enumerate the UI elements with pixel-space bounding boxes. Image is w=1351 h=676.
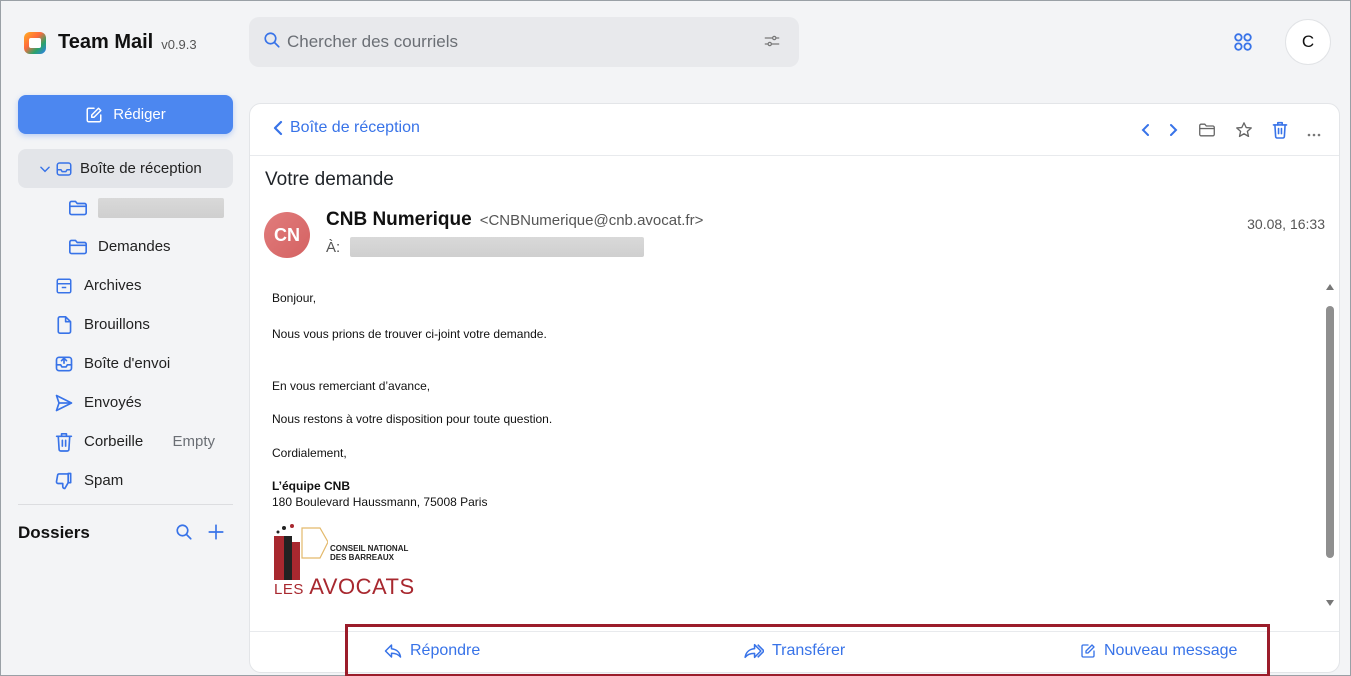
send-icon — [52, 393, 76, 413]
search-input[interactable] — [287, 32, 747, 52]
sidebar-item-inbox[interactable]: Boîte de réception — [18, 149, 233, 188]
sidebar-item-sent[interactable]: Envoyés — [18, 383, 233, 422]
reply-button[interactable]: Répondre — [384, 642, 480, 660]
folder-icon — [66, 199, 90, 217]
back-to-inbox-link[interactable]: Boîte de réception — [272, 119, 420, 137]
next-message-icon[interactable] — [1169, 123, 1179, 142]
scroll-up-arrow-icon[interactable] — [1326, 284, 1334, 290]
sidebar-item-spam[interactable]: Spam — [18, 461, 233, 500]
redacted-folder-name — [98, 197, 224, 218]
inbox-icon — [54, 160, 74, 178]
search-folders-icon[interactable] — [175, 523, 193, 546]
forward-button[interactable]: Transférer — [742, 642, 845, 660]
cnb-logo: CONSEIL NATIONAL DES BARREAUX LES AVOCAT… — [272, 522, 432, 607]
sidebar-item-label: Boîte de réception — [80, 160, 202, 177]
redacted-recipient — [350, 237, 645, 257]
delete-icon[interactable] — [1272, 121, 1288, 144]
more-options-icon[interactable] — [1307, 124, 1321, 142]
message-subject: Votre demande — [265, 169, 394, 190]
sidebar-nav: Boîte de réception Demandes Archives Bro… — [18, 149, 233, 500]
app-name: Team Mail — [58, 31, 154, 53]
body-line: En vous remerciant d’avance, — [272, 379, 431, 393]
sender-line: CNB Numerique <CNBNumerique@cnb.avocat.f… — [326, 209, 703, 231]
sidebar-item-label: Brouillons — [84, 316, 150, 333]
body-greeting: Bonjour, — [272, 291, 317, 305]
chevron-left-icon — [273, 120, 283, 136]
sidebar-item-label: Envoyés — [84, 394, 142, 411]
previous-message-icon[interactable] — [1140, 123, 1150, 142]
folder-icon — [66, 238, 90, 256]
sidebar-item-trash[interactable]: Corbeille Empty — [18, 422, 233, 461]
reply-label: Répondre — [410, 642, 481, 659]
message-toolbar: Boîte de réception — [250, 104, 1339, 156]
sidebar-item-label: Spam — [84, 472, 124, 489]
apps-grid-icon[interactable] — [1232, 31, 1254, 58]
search-bar[interactable] — [249, 17, 799, 67]
sidebar-item-label: Archives — [84, 277, 142, 294]
new-message-button[interactable]: Nouveau message — [1080, 642, 1237, 660]
sidebar-divider — [18, 504, 233, 505]
move-to-folder-icon[interactable] — [1198, 122, 1216, 143]
body-closing: Cordialement, — [272, 446, 347, 460]
message-panel: Boîte de réception Votre demande CN CNB … — [249, 103, 1340, 673]
new-message-label: Nouveau message — [1104, 642, 1238, 659]
folders-section-title: Dossiers — [18, 523, 90, 542]
team-mail-logo-icon — [24, 31, 46, 54]
star-icon[interactable] — [1235, 121, 1253, 144]
archive-icon — [52, 277, 76, 295]
spam-icon — [52, 471, 76, 491]
user-avatar[interactable]: C — [1285, 19, 1331, 65]
forward-icon — [744, 643, 764, 659]
sidebar-item-drafts[interactable]: Brouillons — [18, 305, 233, 344]
trash-icon — [52, 432, 76, 452]
sidebar-item-outbox[interactable]: Boîte d'envoi — [18, 344, 233, 383]
compose-icon — [86, 107, 102, 122]
app-version: v0.9.3 — [161, 37, 197, 52]
cnb-logo-text: CONSEIL NATIONAL DES BARREAUX — [330, 544, 409, 562]
to-label: À: — [326, 238, 341, 256]
message-date: 30.08, 16:33 — [1247, 216, 1325, 232]
brand: Team Mail v0.9.3 — [24, 31, 197, 54]
compose-label: Rédiger — [113, 106, 166, 123]
draft-icon — [52, 315, 76, 335]
body-line: Nous restons à votre disposition pour to… — [272, 412, 553, 426]
sidebar-item-label: Boîte d'envoi — [84, 355, 171, 372]
signature-address: 180 Boulevard Haussmann, 75008 Paris — [272, 495, 488, 509]
signature-name: L’équipe CNB — [272, 479, 351, 493]
cnb-emblem-icon — [274, 524, 328, 580]
sidebar-subfolder-demandes[interactable]: Demandes — [18, 227, 233, 266]
empty-trash-link[interactable]: Empty — [172, 433, 215, 450]
sidebar-item-archives[interactable]: Archives — [18, 266, 233, 305]
sidebar-item-label: Corbeille — [84, 433, 144, 450]
compose-button[interactable]: Rédiger — [18, 95, 233, 134]
search-icon — [263, 31, 281, 54]
toolbar-actions — [1140, 121, 1321, 144]
outbox-icon — [52, 354, 76, 374]
forward-label: Transférer — [772, 642, 846, 659]
mail-app-window: Team Mail v0.9.3 C Rédiger — [0, 0, 1351, 676]
sender-avatar: CN — [264, 212, 310, 258]
folders-actions — [175, 523, 225, 546]
cnb-avocats-wordmark: LES AVOCATS — [274, 574, 415, 599]
back-label: Boîte de réception — [290, 119, 420, 136]
chevron-down-icon[interactable] — [38, 162, 52, 176]
sender-email[interactable]: <CNBNumerique@cnb.avocat.fr> — [480, 212, 704, 229]
sidebar-item-label: Demandes — [98, 238, 171, 255]
compose-icon — [1081, 644, 1095, 658]
sidebar-subfolder-redacted[interactable] — [18, 188, 233, 227]
reply-icon — [384, 644, 402, 658]
top-header: Team Mail v0.9.3 C — [1, 1, 1350, 81]
filter-settings-icon[interactable] — [763, 32, 781, 55]
body-line: Nous vous prions de trouver ci-joint vot… — [272, 327, 547, 341]
recipient-line: À: — [326, 237, 645, 257]
scroll-thumb[interactable] — [1326, 306, 1334, 558]
scroll-down-arrow-icon[interactable] — [1326, 600, 1334, 606]
sender-name[interactable]: CNB Numerique — [326, 209, 472, 231]
add-folder-icon[interactable] — [207, 523, 225, 546]
message-scrollbar[interactable] — [1324, 284, 1336, 614]
